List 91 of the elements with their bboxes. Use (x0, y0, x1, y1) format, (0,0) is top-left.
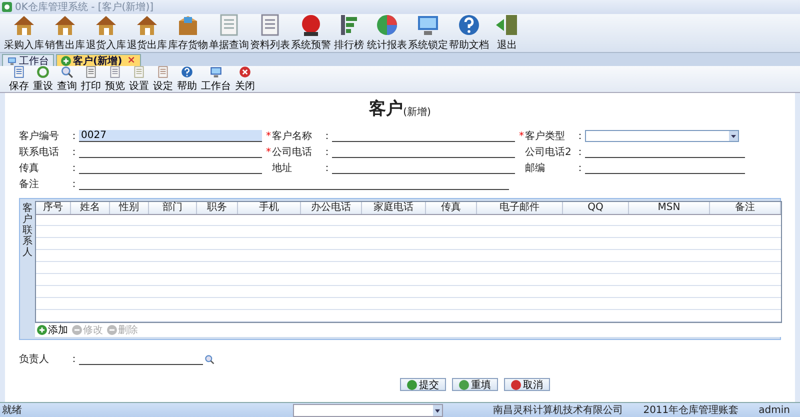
account-name: 2011年仓库管理账套 (642, 404, 740, 417)
window-title: 0K仓库管理系统 - [客户(新增)] (15, 0, 154, 14)
column-header[interactable]: 传真 (426, 202, 477, 214)
required-mark: * (266, 146, 272, 158)
field-label: 邮编 (525, 162, 546, 175)
column-header[interactable]: 手机 (238, 202, 301, 214)
toolbar-button[interactable]: 库存货物 (168, 12, 208, 52)
column-header[interactable]: QQ (563, 202, 629, 214)
toolbar-button[interactable]: 查询 (56, 65, 78, 93)
field-label: 联系电话 (19, 146, 60, 159)
field-label: 负责人 (19, 352, 50, 366)
field-label: 地址 (272, 162, 293, 175)
pie-chart-icon (374, 12, 400, 38)
toolbar-button[interactable]: 预览 (104, 65, 126, 93)
toolbar-button[interactable]: 重设 (32, 65, 54, 93)
close-icon (511, 380, 521, 390)
column-header[interactable]: 职务 (197, 202, 238, 214)
colon: ： (575, 146, 585, 159)
exit-door-icon (494, 12, 520, 38)
form-subtitle: (新增) (403, 106, 431, 119)
panel-side-label: 客户联系人 (22, 203, 32, 258)
column-header[interactable]: MSN (629, 202, 710, 214)
field-label: 客户名称 (272, 130, 313, 143)
field-label: 公司电话 (272, 146, 313, 159)
required-mark: * (519, 130, 525, 142)
colon: ： (322, 146, 332, 159)
user-name: admin (758, 404, 791, 416)
column-header[interactable]: 姓名 (71, 202, 110, 214)
help-icon (180, 65, 194, 79)
colon: ： (69, 162, 79, 175)
toolbar-button[interactable]: 保存 (8, 65, 30, 93)
toolbar-button[interactable]: 资料列表 (250, 12, 290, 52)
app-logo-icon (2, 2, 12, 12)
toolbar-button[interactable]: 退货入库 (86, 12, 126, 52)
field-label: 客户类型 (525, 130, 566, 143)
close-icon[interactable]: × (127, 55, 136, 66)
toolbar-button[interactable]: 系统预警 (291, 12, 331, 52)
close-icon (238, 65, 252, 79)
toolbar-button[interactable]: 设置 (128, 65, 150, 93)
toolbar-button[interactable]: 帮助文档 (449, 12, 489, 52)
toolbar-button[interactable]: 统计报表 (367, 12, 407, 52)
search-icon (204, 354, 215, 364)
toolbar-button[interactable]: 采购入库 (4, 12, 44, 52)
toolbar-button[interactable]: 退货出库 (127, 12, 167, 52)
status-text: 就绪 (1, 404, 23, 417)
dropdown-field[interactable] (585, 130, 739, 142)
company-name: 南昌灵科计算机技术有限公司 (492, 404, 624, 417)
colon: ： (322, 130, 332, 143)
tab[interactable]: 工作台 (2, 54, 54, 66)
form-title: 客户 (369, 98, 404, 120)
column-header[interactable]: 性别 (110, 202, 149, 214)
status-dropdown[interactable] (293, 404, 444, 416)
field-label: 客户编号 (19, 130, 60, 143)
form-button[interactable]: 重填 (452, 378, 498, 391)
colon: ： (69, 130, 79, 143)
toolbar-button[interactable]: 关闭 (234, 65, 256, 93)
field-label: 备注 (19, 178, 40, 191)
form-button[interactable]: 取消 (504, 378, 550, 391)
column-header[interactable]: 办公电话 (301, 202, 362, 214)
monitor-icon (7, 56, 17, 66)
colon: ： (69, 146, 79, 159)
toolbar-button[interactable]: 打印 (80, 65, 102, 93)
colon: ： (322, 162, 332, 175)
colon: ： (575, 130, 585, 143)
column-header[interactable]: 备注 (710, 202, 781, 214)
colon: ： (69, 353, 79, 366)
colon: ： (575, 162, 585, 175)
monitor-icon (209, 65, 223, 79)
toolbar-button[interactable]: 设定 (152, 65, 174, 93)
column-header[interactable]: 序号 (36, 202, 71, 214)
table-action-button[interactable]: 添加 (37, 323, 68, 337)
toolbar-button[interactable]: 排行榜 (332, 12, 366, 52)
toolbar-button[interactable]: 系统锁定 (408, 12, 448, 52)
required-mark: * (266, 130, 272, 142)
form-button[interactable]: 提交 (400, 378, 446, 391)
tab[interactable]: 客户(新增) × (56, 54, 141, 66)
column-header[interactable]: 部门 (149, 202, 197, 214)
search-icon (60, 65, 74, 79)
help-icon (456, 12, 482, 38)
field-label: 传真 (19, 162, 40, 175)
field-label: 公司电话2 (525, 146, 572, 159)
input-field[interactable]: 0027 (79, 130, 262, 142)
toolbar-button[interactable]: 帮助 (176, 65, 198, 93)
plus-circle-icon (61, 56, 71, 66)
toolbar-button[interactable]: 销售出库 (45, 12, 85, 52)
column-header[interactable]: 电子邮件 (477, 202, 563, 214)
colon: ： (69, 178, 79, 191)
toolbar-button[interactable]: 工作台 (200, 65, 232, 93)
toolbar-button[interactable]: 退出 (490, 12, 524, 52)
column-header[interactable]: 家庭电话 (362, 202, 426, 214)
toolbar-button[interactable]: 单据查询 (209, 12, 249, 52)
